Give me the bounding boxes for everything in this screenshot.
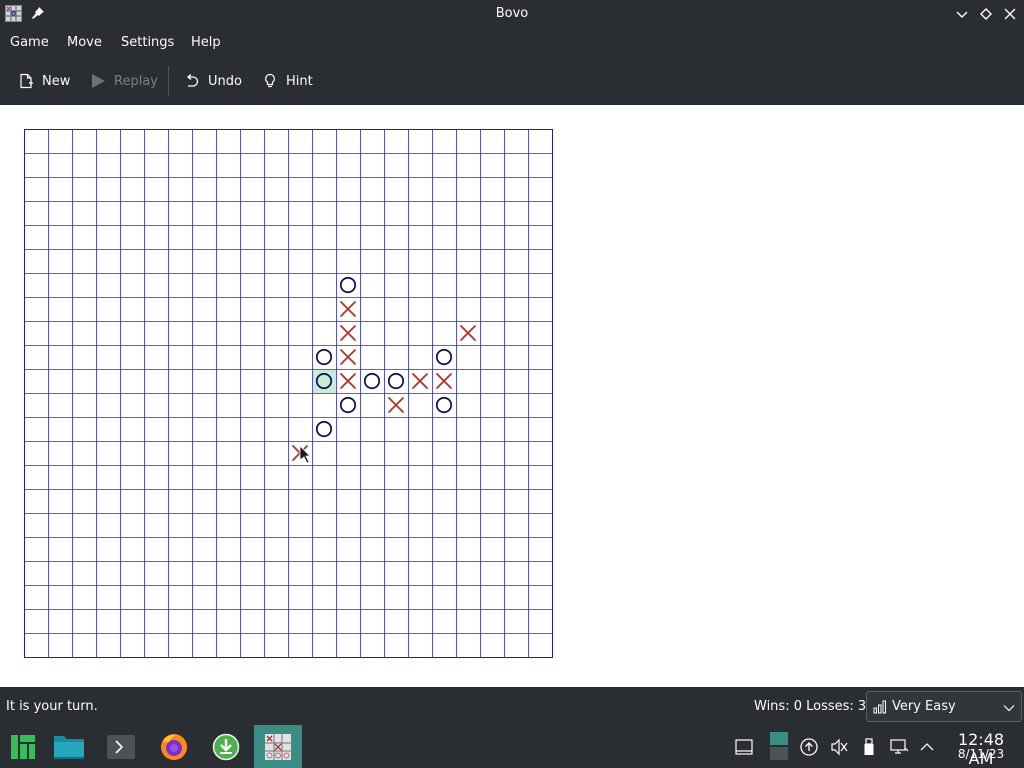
- minimize-icon[interactable]: [954, 6, 970, 22]
- play-icon: [92, 74, 105, 88]
- game-board[interactable]: [24, 129, 554, 659]
- chevron-down-icon: [1003, 705, 1015, 712]
- window-title: Bovo: [495, 6, 529, 21]
- firefox-icon[interactable]: [151, 725, 197, 768]
- undo-icon: [186, 74, 199, 87]
- status-message: It is your turn.: [6, 699, 98, 714]
- clock-date: 8/11/23: [957, 747, 1005, 761]
- replay-button[interactable]: Replay: [90, 68, 158, 94]
- toolbar: New Replay Undo Hint: [0, 58, 1024, 104]
- title-bar: Bovo: [0, 0, 1024, 28]
- menu-settings[interactable]: Settings: [121, 35, 174, 50]
- virtual-desktop-pager-icon[interactable]: [769, 731, 789, 761]
- manjaro-menu-icon[interactable]: [0, 725, 46, 768]
- volume-muted-icon[interactable]: [829, 737, 849, 757]
- menu-game[interactable]: Game: [10, 35, 49, 50]
- network-icon[interactable]: [889, 737, 909, 757]
- menu-bar: Game Move Settings Help: [0, 28, 1024, 58]
- game-area: [0, 105, 1024, 687]
- lightbulb-icon: [265, 73, 275, 88]
- maximize-icon[interactable]: [978, 6, 994, 22]
- usb-device-icon[interactable]: [859, 737, 879, 757]
- new-button[interactable]: New: [18, 68, 70, 94]
- undo-label: Undo: [208, 73, 242, 89]
- new-document-icon: [20, 73, 33, 89]
- score-label: Wins: 0 Losses: 3: [754, 699, 867, 714]
- replay-label: Replay: [114, 73, 158, 89]
- terminal-icon[interactable]: [98, 725, 144, 768]
- undo-button[interactable]: Undo: [184, 68, 242, 94]
- difficulty-value: Very Easy: [892, 699, 956, 714]
- status-bar: It is your turn. Wins: 0 Losses: 3 Very …: [0, 687, 1024, 725]
- signal-bars-icon: [873, 700, 886, 714]
- hint-label: Hint: [286, 73, 313, 89]
- updates-icon[interactable]: [799, 737, 819, 757]
- hint-button[interactable]: Hint: [262, 68, 313, 94]
- bovo-icon[interactable]: [254, 725, 302, 768]
- chevron-up-icon[interactable]: [917, 737, 937, 757]
- menu-move[interactable]: Move: [67, 35, 102, 50]
- show-desktop-icon[interactable]: [734, 737, 754, 757]
- toolbar-separator: [168, 66, 169, 96]
- download-manager-icon[interactable]: [203, 725, 249, 768]
- difficulty-select[interactable]: Very Easy: [866, 691, 1022, 722]
- new-label: New: [42, 73, 71, 89]
- close-icon[interactable]: [1002, 6, 1018, 22]
- file-manager-icon[interactable]: [46, 725, 92, 768]
- taskbar: 12:48 AM 8/11/23: [0, 725, 1024, 768]
- menu-help[interactable]: Help: [191, 35, 221, 50]
